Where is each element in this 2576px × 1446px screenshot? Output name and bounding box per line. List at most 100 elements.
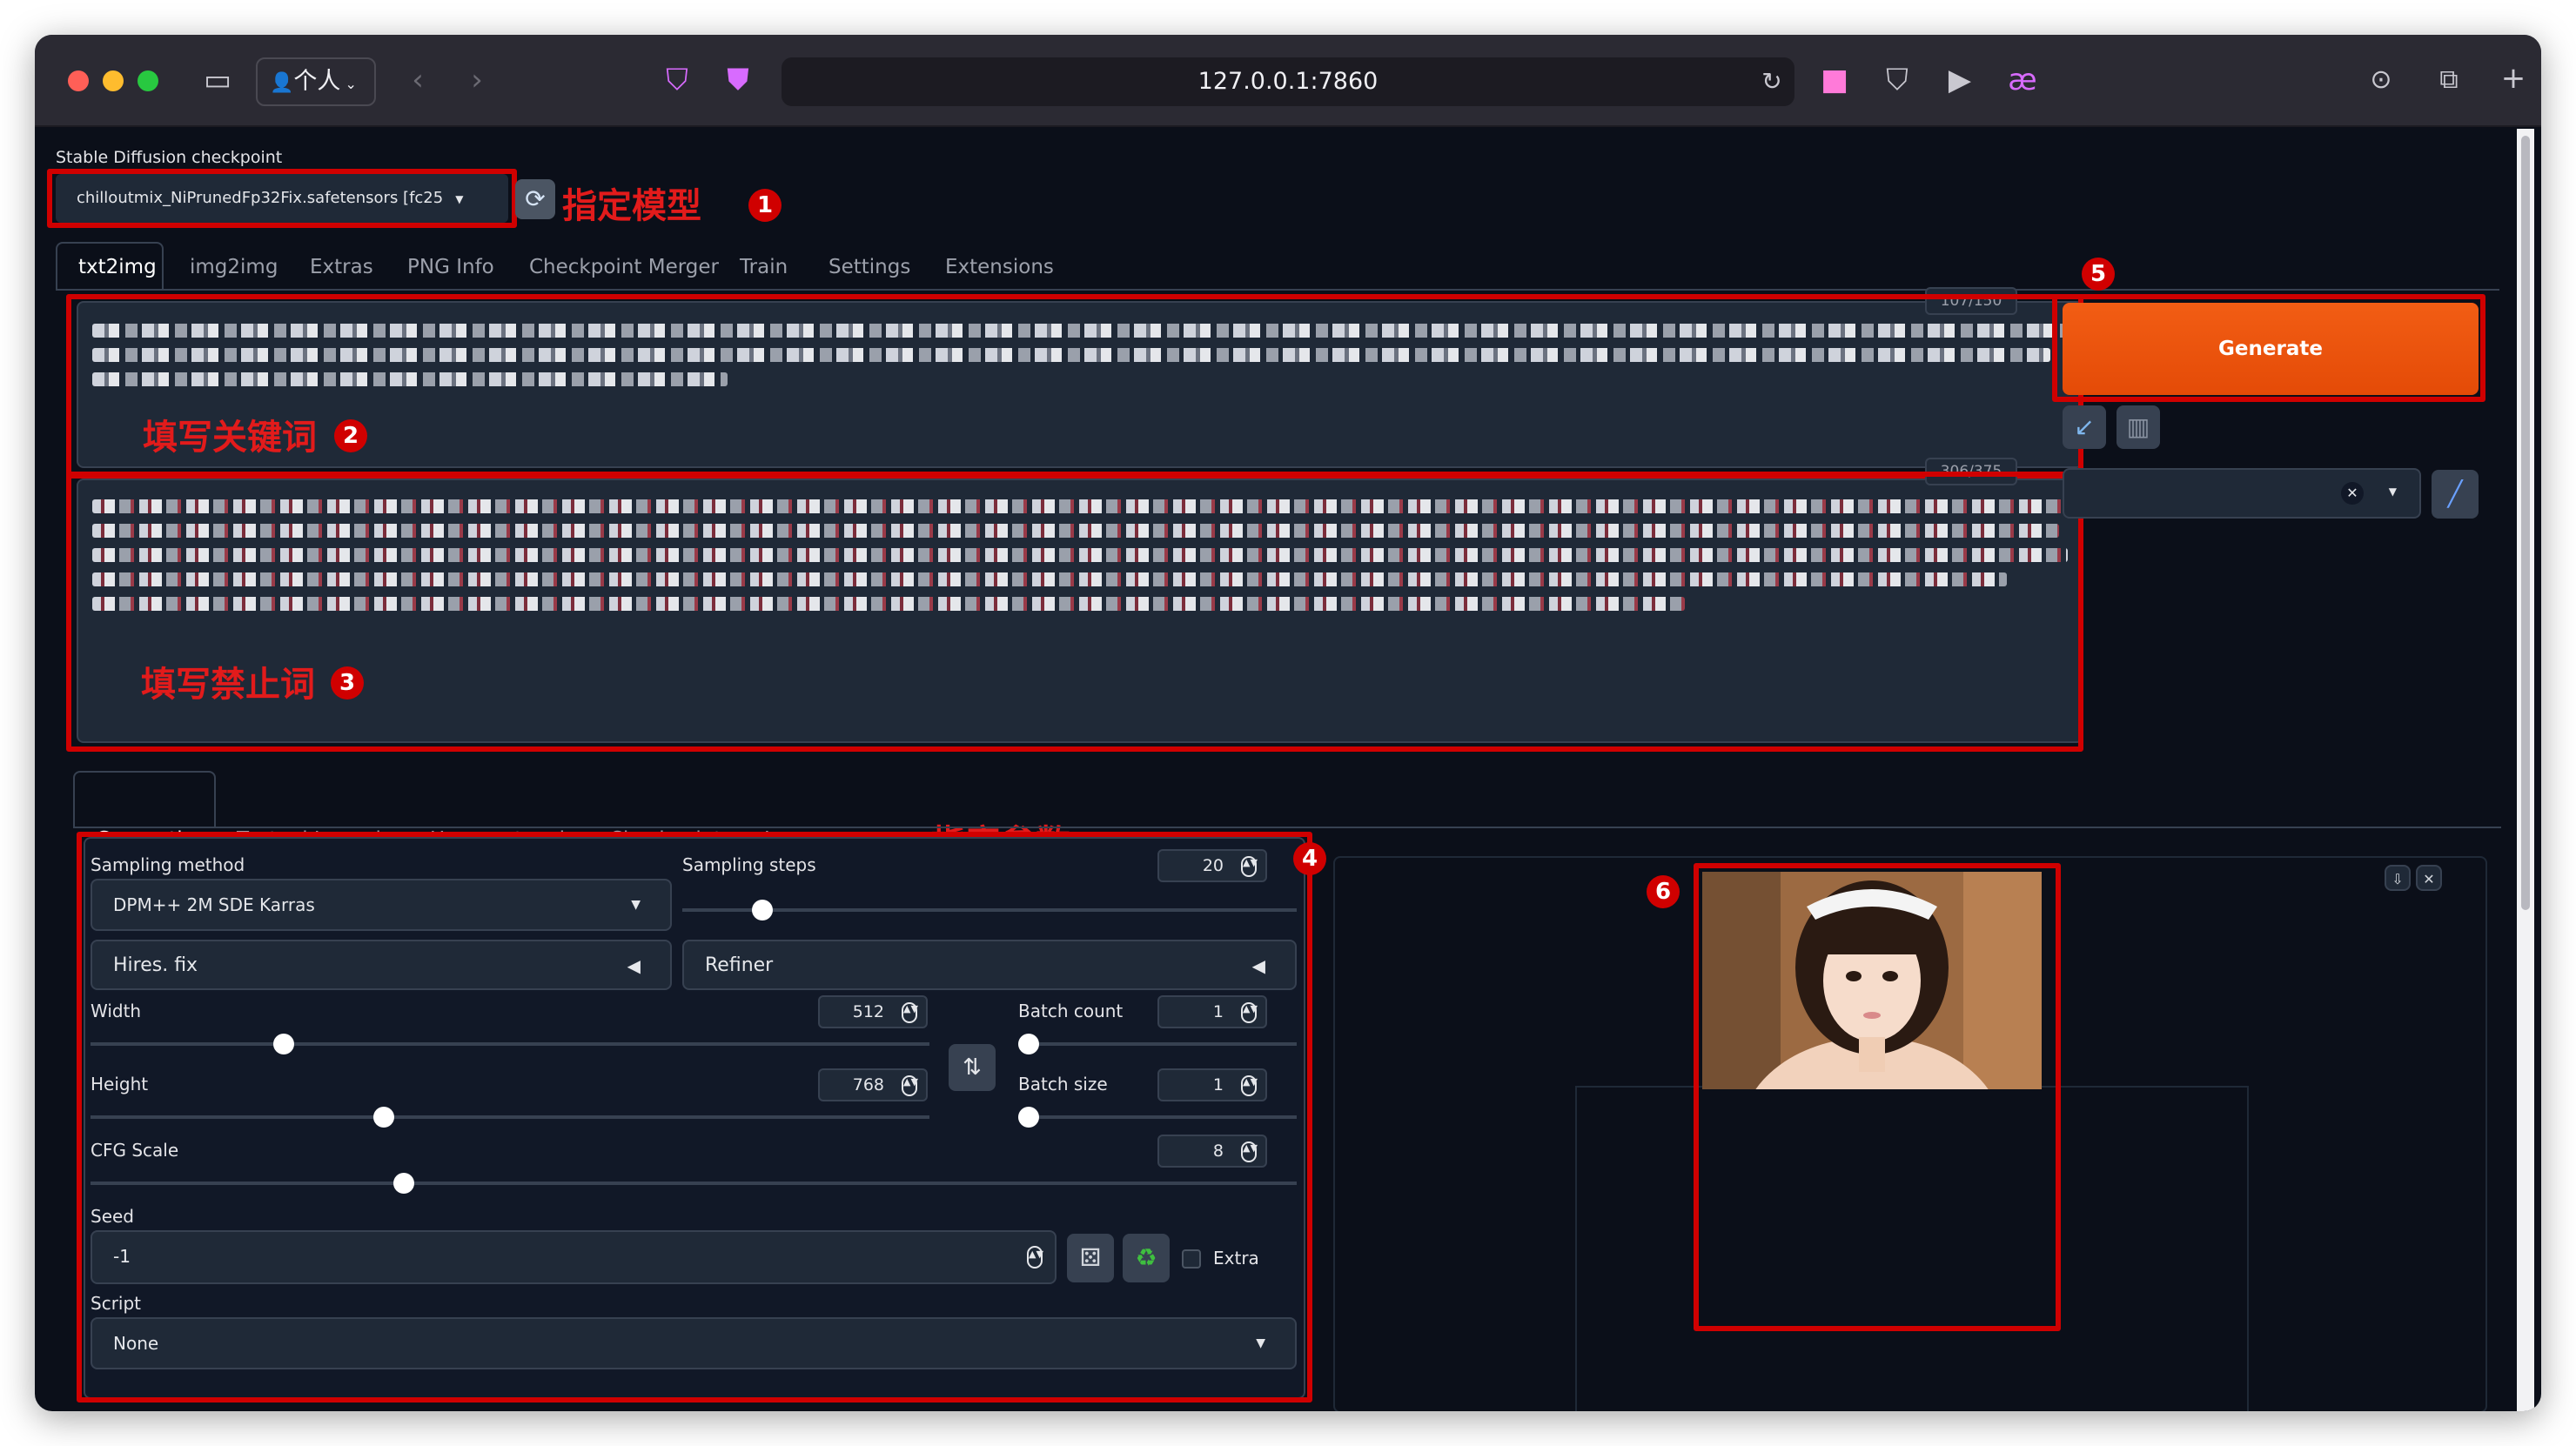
chevron-down-icon: ▼ [631, 898, 641, 912]
styles-dropdown[interactable]: ✕ ▼ [2063, 468, 2421, 519]
profile-selector[interactable]: 👤个人 ⌄ [256, 57, 376, 106]
forward-icon[interactable]: › [460, 63, 494, 97]
swap-dimensions-icon[interactable]: ⇅ [949, 1044, 996, 1091]
pocket-icon[interactable]: ⛉ [1878, 63, 1916, 97]
batch-count-input[interactable]: 1 ▲▼ [1157, 995, 1267, 1028]
tab-img2img[interactable]: img2img [190, 256, 278, 278]
slider-knob[interactable] [751, 900, 773, 920]
scrollbar-thumb[interactable] [2521, 136, 2530, 910]
address-bar[interactable]: 127.0.0.1:7860 [782, 57, 1794, 106]
shield-outline-icon[interactable]: ⛉ [658, 63, 696, 97]
refresh-checkpoint-icon[interactable]: ⟳ [515, 179, 555, 219]
height-value: 768 [852, 1075, 884, 1095]
translate-extension-icon[interactable]: æ [2003, 63, 2042, 97]
random-seed-dice-icon[interactable]: ⚄ [1067, 1234, 1114, 1282]
batch-size-label: Batch size [1018, 1074, 1108, 1095]
scrollbar-track[interactable] [2517, 129, 2534, 1411]
slider-knob[interactable] [1018, 1107, 1039, 1128]
back-icon[interactable]: ‹ [400, 63, 435, 97]
tab-checkpoint-merger[interactable]: Checkpoint Merger [529, 256, 719, 278]
close-window-button[interactable] [68, 70, 89, 91]
profile-label: 个人 [293, 68, 341, 95]
trash-icon[interactable]: ▥ [2116, 405, 2160, 449]
tab-extensions[interactable]: Extensions [945, 256, 1054, 278]
tabs-overview-icon[interactable]: ⧉ [2430, 63, 2468, 97]
annotation-number-4: 4 [1293, 842, 1326, 875]
annotation-number-1: 1 [748, 189, 782, 222]
tab-train[interactable]: Train [740, 256, 788, 278]
browser-toolbar: ▭ 👤个人 ⌄ ‹ › ⛉ ⛊ 127.0.0.1:7860 ↻ ■ ⛉ ▶ æ… [35, 35, 2541, 127]
read-params-icon[interactable]: ↙ [2063, 405, 2106, 449]
stepper-icon[interactable]: ▲▼ [1027, 1246, 1043, 1269]
stepper-icon[interactable]: ▲▼ [902, 1075, 918, 1096]
batch-count-slider[interactable] [1018, 1034, 1297, 1054]
extra-checkbox[interactable] [1182, 1249, 1201, 1269]
seed-input[interactable]: -1 ▲▼ [91, 1230, 1057, 1284]
refiner-label: Refiner [705, 954, 774, 976]
download-image-icon[interactable]: ⇩ [2385, 865, 2411, 891]
sampling-steps-value: 20 [1202, 856, 1224, 875]
collapse-arrow-icon: ◀ [1251, 955, 1265, 976]
width-slider[interactable] [91, 1034, 929, 1054]
stepper-icon[interactable]: ▲▼ [1241, 1075, 1258, 1096]
tab-settings[interactable]: Settings [828, 256, 910, 278]
width-input[interactable]: 512 ▲▼ [818, 995, 928, 1028]
script-dropdown[interactable]: None ▼ [91, 1317, 1297, 1369]
annotation-box-output [1694, 863, 2061, 1331]
reload-icon[interactable]: ↻ [1754, 64, 1789, 99]
sampling-method-value: DPM++ 2M SDE Karras [113, 894, 315, 915]
extension-icon[interactable]: ■ [1815, 63, 1854, 97]
stepper-icon[interactable]: ▲▼ [1241, 856, 1258, 877]
stepper-icon[interactable]: ▲▼ [1241, 1141, 1258, 1162]
annotation-number-6: 6 [1647, 875, 1680, 908]
cfg-scale-value: 8 [1212, 1141, 1224, 1161]
edit-styles-icon[interactable]: ╱ [2432, 470, 2479, 519]
width-label: Width [91, 1001, 142, 1021]
tab-extras[interactable]: Extras [310, 256, 373, 278]
refiner-accordion[interactable]: Refiner ◀ [682, 940, 1297, 990]
download-icon[interactable]: ⊙ [2362, 63, 2400, 97]
media-icon[interactable]: ▶ [1941, 63, 1979, 97]
hires-fix-accordion[interactable]: Hires. fix ◀ [91, 940, 672, 990]
annotation-box-prompt [66, 294, 2083, 479]
batch-size-slider[interactable] [1018, 1107, 1297, 1128]
width-value: 512 [852, 1002, 884, 1021]
stepper-icon[interactable]: ▲▼ [902, 1002, 918, 1023]
sidebar-toggle-icon[interactable]: ▭ [198, 63, 237, 97]
shield-check-icon[interactable]: ⛊ [719, 63, 757, 97]
clear-icon[interactable]: ✕ [2341, 482, 2364, 505]
tab-divider [56, 289, 2499, 291]
height-slider[interactable] [91, 1107, 929, 1128]
cfg-scale-slider[interactable] [91, 1173, 1297, 1194]
annotation-model-text: 指定模型 [562, 186, 701, 226]
chevron-down-icon: ▼ [2388, 485, 2397, 498]
batch-size-input[interactable]: 1 ▲▼ [1157, 1068, 1267, 1101]
batch-size-value: 1 [1212, 1075, 1224, 1095]
height-input[interactable]: 768 ▲▼ [818, 1068, 928, 1101]
minimize-window-button[interactable] [103, 70, 124, 91]
reuse-seed-recycle-icon[interactable]: ♻ [1123, 1234, 1170, 1282]
sampling-method-label: Sampling method [91, 854, 245, 875]
browser-window: ▭ 👤个人 ⌄ ‹ › ⛉ ⛊ 127.0.0.1:7860 ↻ ■ ⛉ ▶ æ… [35, 35, 2541, 1411]
cfg-scale-input[interactable]: 8 ▲▼ [1157, 1135, 1267, 1168]
tab-generation-frame [73, 771, 216, 828]
close-image-icon[interactable]: ✕ [2416, 865, 2442, 891]
sampling-steps-label: Sampling steps [682, 854, 816, 875]
annotation-number-5: 5 [2082, 258, 2115, 291]
slider-knob[interactable] [272, 1034, 294, 1054]
annotation-number-3: 3 [331, 666, 364, 700]
seed-label: Seed [91, 1206, 134, 1227]
stepper-icon[interactable]: ▲▼ [1241, 1002, 1258, 1023]
annotation-forbidden-text: 填写禁止词 [141, 665, 315, 705]
sampling-method-dropdown[interactable]: DPM++ 2M SDE Karras ▼ [91, 879, 672, 931]
subtab-divider [73, 827, 2501, 828]
tab-txt2img[interactable]: txt2img [78, 256, 157, 278]
seed-value: -1 [113, 1246, 131, 1267]
sampling-steps-input[interactable]: 20 ▲▼ [1157, 849, 1267, 882]
batch-count-value: 1 [1212, 1002, 1224, 1021]
new-tab-icon[interactable]: + [2494, 61, 2532, 96]
sampling-steps-slider[interactable] [682, 900, 1297, 920]
zoom-window-button[interactable] [138, 70, 158, 91]
slider-knob[interactable] [1018, 1034, 1039, 1054]
tab-png-info[interactable]: PNG Info [407, 256, 494, 278]
